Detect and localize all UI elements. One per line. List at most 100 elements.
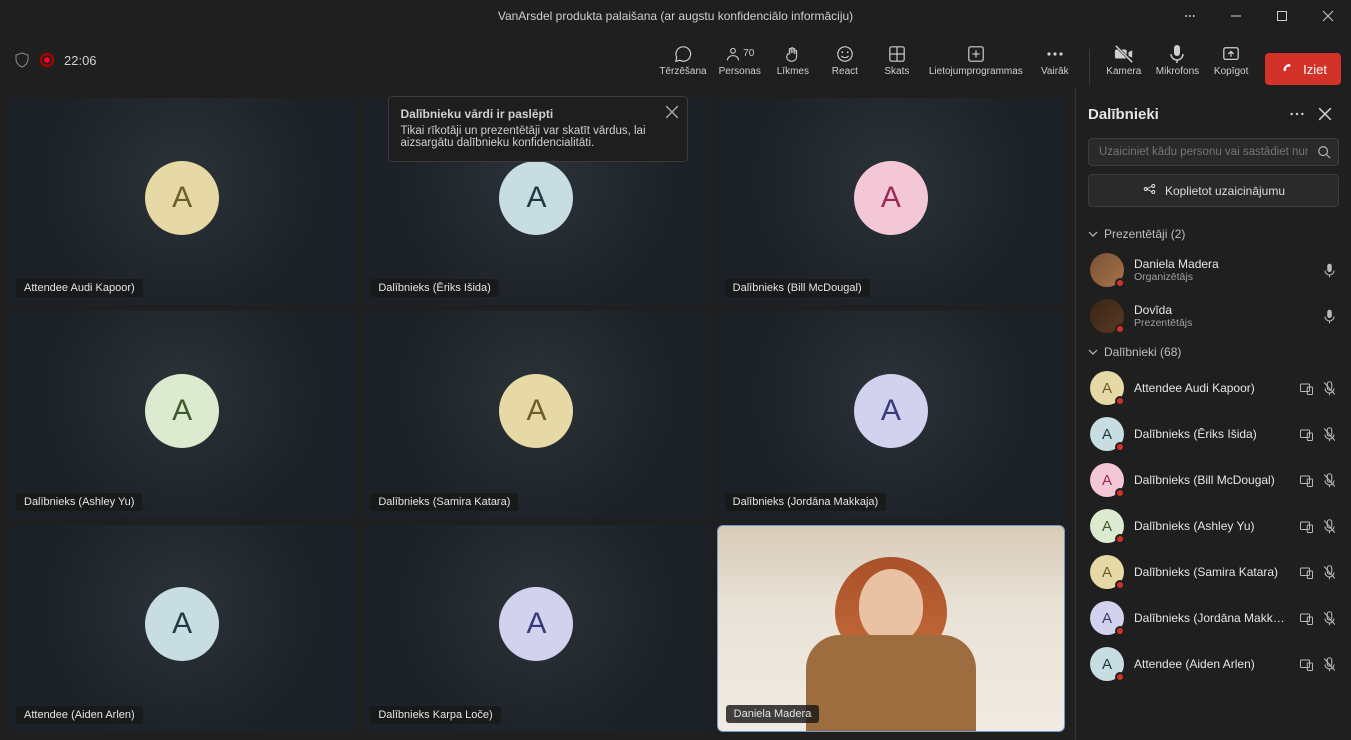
presence-badge [1115, 396, 1125, 406]
mic-muted-icon[interactable] [1322, 611, 1337, 626]
more-options-icon[interactable] [1167, 0, 1213, 32]
participant-tile[interactable]: A Attendee (Aiden Arlen) [8, 525, 356, 732]
avatar: A [1090, 601, 1124, 635]
mic-icon [1322, 263, 1337, 278]
panel-close-icon[interactable] [1311, 100, 1339, 128]
participant-name-badge: Attendee (Aiden Arlen) [16, 706, 143, 724]
camera-button[interactable]: Kamera [1100, 35, 1148, 85]
share-screen-icon [1222, 44, 1240, 64]
avatar: A [145, 161, 219, 235]
participant-role: Organizētājs [1134, 271, 1312, 283]
presence-badge [1115, 488, 1125, 498]
participant-name-badge: Attendee Audi Kapoor) [16, 279, 143, 297]
device-icon[interactable] [1299, 611, 1314, 626]
mic-muted-icon[interactable] [1322, 657, 1337, 672]
presenter-item[interactable]: DovīdaPrezentētājs [1088, 293, 1339, 339]
participant-tile[interactable]: A Dalībnieks (Samira Katara) [362, 311, 710, 518]
participant-tile[interactable]: A Dalībnieks (Ashley Yu) [8, 311, 356, 518]
share-button[interactable]: Kopīgot [1207, 35, 1255, 85]
avatar: A [1090, 371, 1124, 405]
attendees-header[interactable]: Dalībnieki (68) [1088, 345, 1339, 359]
mic-muted-icon[interactable] [1322, 381, 1337, 396]
panel-title: Dalībnieki [1088, 106, 1283, 123]
device-icon[interactable] [1299, 381, 1314, 396]
recording-indicator-icon [40, 53, 54, 67]
tooltip-title: Dalībnieku vārdi ir paslēpti [401, 107, 657, 121]
participant-name: Dalībnieks (Bill McDougal) [1134, 473, 1289, 487]
privacy-shield-icon [14, 52, 30, 68]
participant-name: Dalībnieks (Jordāna Makkaja) [1134, 611, 1289, 625]
participant-name-badge: Daniela Madera [726, 705, 820, 723]
share-invite-button[interactable]: Koplietot uzaicinājumu [1088, 174, 1339, 207]
people-button[interactable]: 70Personas [715, 35, 765, 85]
avatar: A [499, 587, 573, 661]
mic-muted-icon[interactable] [1322, 473, 1337, 488]
participant-name: Daniela Madera [1134, 257, 1312, 271]
mic-icon [1322, 309, 1337, 324]
view-button[interactable]: Skats [873, 35, 921, 85]
avatar: A [854, 374, 928, 448]
raise-hand-button[interactable]: Līkmes [769, 35, 817, 85]
people-icon: 70 [725, 44, 754, 64]
mic-muted-icon[interactable] [1322, 427, 1337, 442]
grid-icon [888, 44, 906, 64]
participant-tile[interactable]: A Attendee Audi Kapoor) [8, 98, 356, 305]
chat-icon [674, 44, 692, 64]
minimize-button[interactable] [1213, 0, 1259, 32]
device-icon[interactable] [1299, 657, 1314, 672]
invite-search[interactable] [1088, 138, 1339, 166]
avatar [1090, 299, 1124, 333]
tooltip-close-icon[interactable] [665, 105, 679, 119]
maximize-button[interactable] [1259, 0, 1305, 32]
participant-name-badge: Dalībnieks Karpa Loče) [370, 706, 500, 724]
participant-tile[interactable]: A Dalībnieks Karpa Loče) [362, 525, 710, 732]
attendee-item[interactable]: A Attendee Audi Kapoor) [1088, 365, 1339, 411]
avatar: A [499, 161, 573, 235]
participant-name-badge: Dalībnieks (Samira Katara) [370, 493, 518, 511]
apps-button[interactable]: Lietojumprogrammas [925, 35, 1027, 85]
device-icon[interactable] [1299, 565, 1314, 580]
window-title: VanArsdel produkta palaišana (ar augstu … [498, 9, 853, 23]
share-invite-label: Koplietot uzaicinājumu [1165, 184, 1285, 198]
mic-icon [1168, 44, 1186, 64]
mic-button[interactable]: Mikrofons [1152, 35, 1203, 85]
attendee-item[interactable]: A Dalībnieks (Jordāna Makkaja) [1088, 595, 1339, 641]
presenters-header[interactable]: Prezentētāji (2) [1088, 227, 1339, 241]
close-button[interactable] [1305, 0, 1351, 32]
attendee-item[interactable]: A Attendee (Aiden Arlen) [1088, 641, 1339, 687]
react-button[interactable]: React [821, 35, 869, 85]
toolbar-separator [1089, 49, 1090, 85]
participant-name: Dalībnieks (Ēriks Išida) [1134, 427, 1289, 441]
mic-muted-icon[interactable] [1322, 565, 1337, 580]
mic-muted-icon[interactable] [1322, 519, 1337, 534]
participant-video-tile[interactable]: Daniela Madera [717, 525, 1065, 732]
chat-button[interactable]: Tērzēšana [655, 35, 710, 85]
attendee-item[interactable]: A Dalībnieks (Bill McDougal) [1088, 457, 1339, 503]
attendee-item[interactable]: A Dalībnieks (Ashley Yu) [1088, 503, 1339, 549]
avatar: A [145, 587, 219, 661]
leave-button[interactable]: Iziet [1265, 53, 1341, 85]
more-button[interactable]: Vairāk [1031, 35, 1079, 85]
presenter-item[interactable]: Daniela MaderaOrganizētājs [1088, 247, 1339, 293]
device-icon[interactable] [1299, 473, 1314, 488]
participant-role: Prezentētājs [1134, 317, 1312, 329]
tooltip-body: Tikai rīkotāji un prezentētāji var skatī… [401, 125, 657, 149]
caret-down-icon [1088, 347, 1098, 357]
presence-badge [1115, 278, 1125, 288]
panel-more-icon[interactable] [1283, 100, 1311, 128]
device-icon[interactable] [1299, 519, 1314, 534]
attendee-item[interactable]: A Dalībnieks (Ēriks Išida) [1088, 411, 1339, 457]
emoji-icon [836, 44, 854, 64]
presence-badge [1115, 580, 1125, 590]
presence-badge [1115, 324, 1125, 334]
participant-tile[interactable]: A Dalībnieks (Jordāna Makkaja) [717, 311, 1065, 518]
attendee-item[interactable]: A Dalībnieks (Samira Katara) [1088, 549, 1339, 595]
participant-name: Dalībnieks (Samira Katara) [1134, 565, 1289, 579]
presence-badge [1115, 534, 1125, 544]
video-feed [791, 551, 991, 731]
title-bar: VanArsdel produkta palaišana (ar augstu … [0, 0, 1351, 32]
device-icon[interactable] [1299, 427, 1314, 442]
participant-tile[interactable]: A Dalībnieks (Bill McDougal) [717, 98, 1065, 305]
search-input[interactable] [1088, 138, 1339, 166]
avatar: A [854, 161, 928, 235]
